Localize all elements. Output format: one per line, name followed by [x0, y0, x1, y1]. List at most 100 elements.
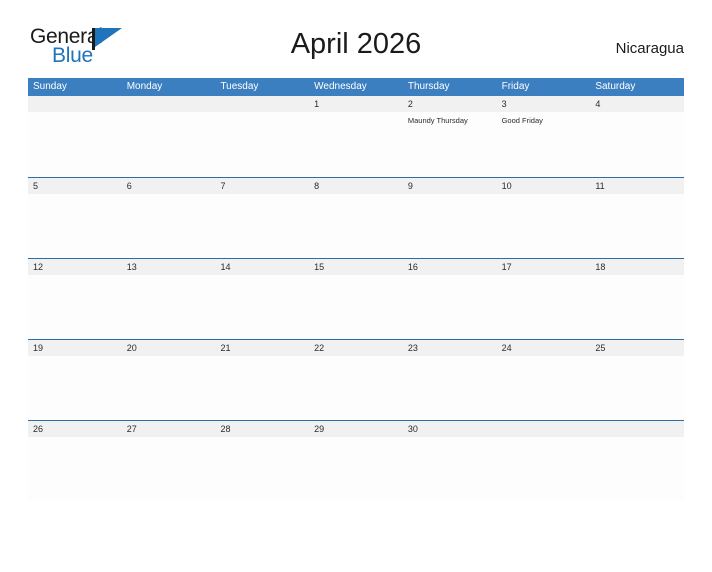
calendar-week-row: 5 6 7 8 9 10 11 — [28, 177, 684, 258]
day-cell[interactable] — [309, 112, 403, 176]
day-number[interactable]: 12 — [28, 259, 122, 275]
day-number[interactable]: 14 — [215, 259, 309, 275]
day-cell[interactable] — [122, 112, 216, 176]
weekday-header-tuesday: Tuesday — [220, 81, 259, 92]
country-label: Nicaragua — [615, 40, 684, 57]
day-event-band: Maundy Thursday Good Friday — [28, 112, 684, 176]
day-number[interactable]: 27 — [122, 421, 216, 437]
day-event-band — [28, 356, 684, 420]
page-header: General Blue April 2026 Nicaragua — [28, 22, 684, 78]
day-number[interactable]: 18 — [590, 259, 684, 275]
calendar-grid: Sunday Monday Tuesday Wednesday Thursday… — [28, 78, 684, 501]
day-cell[interactable] — [122, 437, 216, 501]
day-number[interactable]: 3 — [497, 96, 591, 112]
calendar-week-row: 1 2 3 4 Maundy Thursday Good Friday — [28, 96, 684, 177]
day-number-empty — [590, 421, 684, 437]
day-number[interactable]: 11 — [590, 178, 684, 194]
calendar-week-row: 12 13 14 15 16 17 18 — [28, 258, 684, 339]
day-cell[interactable] — [590, 112, 684, 176]
weekday-header-saturday: Saturday — [595, 81, 636, 92]
day-number[interactable]: 24 — [497, 340, 591, 356]
day-cell[interactable] — [215, 194, 309, 258]
day-number[interactable]: 19 — [28, 340, 122, 356]
day-event-band — [28, 194, 684, 258]
day-number-empty — [122, 96, 216, 112]
day-number[interactable]: 4 — [590, 96, 684, 112]
day-cell[interactable] — [403, 356, 497, 420]
day-number[interactable]: 10 — [497, 178, 591, 194]
weekday-header-wednesday: Wednesday — [314, 81, 367, 92]
day-number[interactable]: 15 — [309, 259, 403, 275]
day-number[interactable]: 13 — [122, 259, 216, 275]
day-number[interactable]: 28 — [215, 421, 309, 437]
day-cell-with-event[interactable]: Maundy Thursday — [403, 112, 497, 176]
day-number-band: 5 6 7 8 9 10 11 — [28, 178, 684, 194]
day-number[interactable]: 2 — [403, 96, 497, 112]
day-cell[interactable] — [403, 275, 497, 339]
day-cell[interactable] — [28, 275, 122, 339]
day-cell[interactable] — [122, 275, 216, 339]
day-number-band: 1234 — [28, 96, 684, 112]
day-cell[interactable] — [403, 437, 497, 501]
day-number[interactable]: 6 — [122, 178, 216, 194]
day-number[interactable]: 30 — [403, 421, 497, 437]
holiday-event-label: Good Friday — [501, 116, 543, 125]
day-cell[interactable] — [309, 275, 403, 339]
calendar-week-row: 19 20 21 22 23 24 25 — [28, 339, 684, 420]
day-number[interactable]: 16 — [403, 259, 497, 275]
day-number[interactable]: 20 — [122, 340, 216, 356]
day-number[interactable]: 7 — [215, 178, 309, 194]
day-cell[interactable] — [215, 356, 309, 420]
day-number-empty — [215, 96, 309, 112]
day-number[interactable]: 25 — [590, 340, 684, 356]
day-cell[interactable] — [497, 275, 591, 339]
day-number-empty — [497, 421, 591, 437]
day-number[interactable]: 26 — [28, 421, 122, 437]
day-number[interactable]: 1 — [309, 96, 403, 112]
day-cell[interactable] — [122, 356, 216, 420]
day-number[interactable]: 17 — [497, 259, 591, 275]
day-cell[interactable] — [309, 194, 403, 258]
calendar-week-row: 26 27 28 29 30 — [28, 420, 684, 501]
day-number[interactable]: 9 — [403, 178, 497, 194]
day-number-empty — [28, 96, 122, 112]
day-cell[interactable] — [28, 356, 122, 420]
day-event-band — [28, 437, 684, 501]
day-number-band: 26 27 28 29 30 — [28, 421, 684, 437]
day-cell[interactable] — [215, 112, 309, 176]
day-cell[interactable] — [28, 112, 122, 176]
day-cell[interactable] — [309, 437, 403, 501]
day-number[interactable]: 22 — [309, 340, 403, 356]
day-number[interactable]: 5 — [28, 178, 122, 194]
day-event-band — [28, 275, 684, 339]
day-cell[interactable] — [215, 275, 309, 339]
weekday-header-monday: Monday — [126, 81, 163, 92]
day-number[interactable]: 21 — [215, 340, 309, 356]
day-cell[interactable] — [309, 356, 403, 420]
day-cell[interactable] — [590, 194, 684, 258]
day-number-band: 19 20 21 22 23 24 25 — [28, 340, 684, 356]
weekday-header-sunday: Sunday — [33, 81, 67, 92]
day-cell[interactable] — [497, 194, 591, 258]
day-cell[interactable] — [590, 356, 684, 420]
day-cell[interactable] — [28, 437, 122, 501]
day-cell[interactable] — [497, 437, 591, 501]
day-number-band: 12 13 14 15 16 17 18 — [28, 259, 684, 275]
day-cell[interactable] — [122, 194, 216, 258]
calendar-weeks: 1 2 3 4 Maundy Thursday Good Friday 5 6 7 8 9 10 11 1… — [28, 96, 684, 501]
day-cell-with-event[interactable]: Good Friday — [497, 112, 591, 176]
day-number[interactable]: 23 — [403, 340, 497, 356]
page-title: April 2026 — [290, 28, 422, 60]
day-cell[interactable] — [28, 194, 122, 258]
holiday-event-label: Maundy Thursday — [407, 116, 468, 125]
weekday-header-thursday: Thursday — [407, 81, 450, 92]
day-cell[interactable] — [590, 437, 684, 501]
weekday-header-row: Sunday Monday Tuesday Wednesday Thursday… — [28, 78, 684, 96]
day-cell[interactable] — [497, 356, 591, 420]
weekday-header-friday: Friday — [501, 81, 530, 92]
day-cell[interactable] — [215, 437, 309, 501]
day-cell[interactable] — [403, 194, 497, 258]
day-cell[interactable] — [590, 275, 684, 339]
day-number[interactable]: 8 — [309, 178, 403, 194]
day-number[interactable]: 29 — [309, 421, 403, 437]
